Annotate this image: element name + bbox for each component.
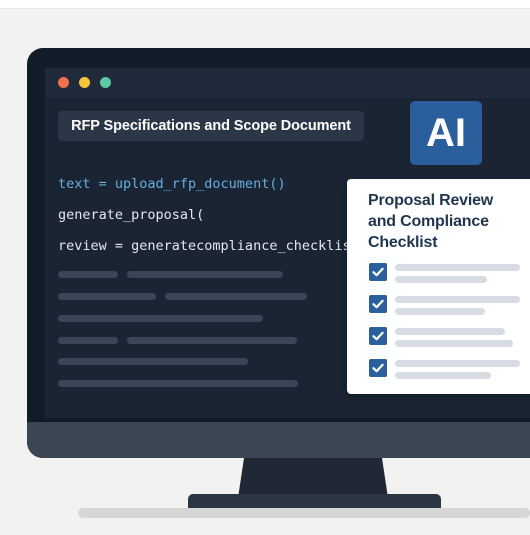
placeholder-code-line: [58, 337, 118, 344]
checklist-item-line: [395, 328, 505, 335]
checklist-item-line: [395, 308, 485, 315]
placeholder-code-line: [127, 271, 283, 278]
top-strip: [0, 0, 530, 9]
checkbox-checked-icon[interactable]: [369, 359, 387, 377]
checklist-title: Proposal Review and Compliance Checklist: [368, 192, 494, 251]
placeholder-code-line: [58, 271, 118, 278]
checklist-item-line: [395, 340, 513, 347]
checklist-item-line: [395, 276, 487, 283]
document-title: RFP Specifications and Scope Document: [58, 111, 364, 141]
ai-badge: AI: [410, 101, 482, 165]
desk-shadow: [78, 508, 530, 518]
code-line-2: generate_proposal(: [58, 207, 205, 223]
code-line-1: text = upload_rfp_document(): [58, 176, 286, 192]
checkbox-checked-icon[interactable]: [369, 327, 387, 345]
minimize-window-button[interactable]: [79, 77, 90, 88]
placeholder-code-line: [58, 315, 263, 322]
close-window-button[interactable]: [58, 77, 69, 88]
window-titlebar: [45, 68, 530, 98]
monitor-stand-neck: [238, 458, 388, 498]
monitor-chin: [27, 422, 530, 458]
checkbox-checked-icon[interactable]: [369, 263, 387, 281]
placeholder-code-line: [58, 380, 298, 387]
checklist-item-line: [395, 372, 491, 379]
scene: RFP Specifications and Scope Document AI…: [0, 0, 530, 535]
placeholder-code-line: [58, 293, 156, 300]
placeholder-code-line: [165, 293, 307, 300]
checkbox-checked-icon[interactable]: [369, 295, 387, 313]
checklist-item-line: [395, 296, 520, 303]
checklist-item-line: [395, 264, 520, 271]
code-line-3: review = generatecompliance_checklist: [58, 238, 359, 254]
maximize-window-button[interactable]: [100, 77, 111, 88]
placeholder-code-line: [127, 337, 297, 344]
placeholder-code-line: [58, 358, 248, 365]
checklist-item-line: [395, 360, 520, 367]
